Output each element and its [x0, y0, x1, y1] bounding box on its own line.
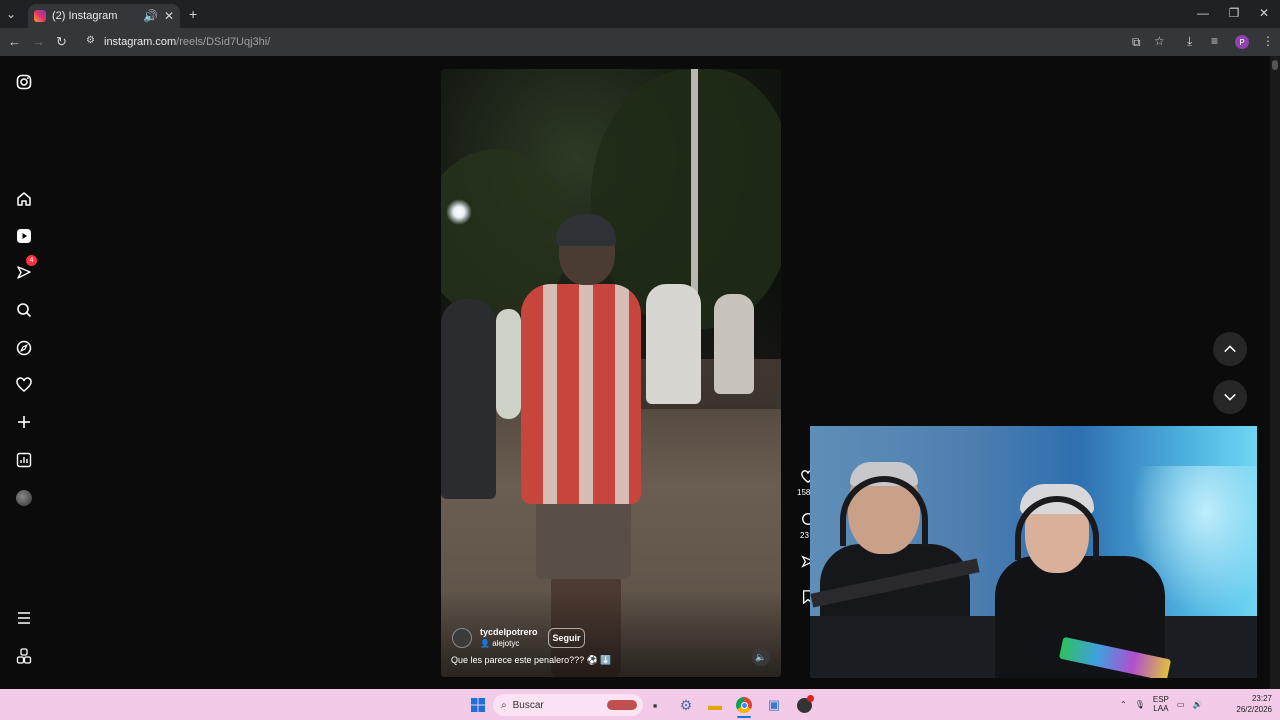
close-window-icon[interactable]: ✕: [1249, 6, 1279, 20]
search-highlight-image: [607, 700, 637, 710]
forward-arrow-icon[interactable]: →: [32, 34, 45, 49]
url-host: instagram.com: [104, 36, 177, 48]
taskbar-search-placeholder: Buscar: [512, 699, 544, 711]
chevron-down-icon: [1224, 393, 1236, 401]
streamer-webcam-overlay: [810, 426, 1257, 678]
video-player-shorts: [536, 494, 631, 579]
taskbar-search-icon: ⌕: [501, 699, 507, 711]
comments-count: 23: [800, 531, 809, 540]
microphone-icon[interactable]: 🎙: [1135, 700, 1145, 709]
create-plus-icon[interactable]: [12, 410, 36, 434]
new-tab-icon[interactable]: +: [189, 6, 197, 22]
notifications-heart-icon[interactable]: [12, 373, 36, 397]
chevron-up-icon: [1224, 345, 1236, 353]
restore-window-icon[interactable]: ❐: [1219, 6, 1249, 20]
video-person-white-shirt: [646, 284, 701, 404]
clock-time: 23:27: [1251, 694, 1272, 703]
system-tray: ⌃ 🎙 ESP LAA ▭ 🔊: [1120, 692, 1202, 716]
language-indicator[interactable]: ESP LAA: [1153, 695, 1169, 713]
reel-author-username[interactable]: tycdelpotrero: [480, 627, 538, 637]
language-layout: LAA: [1153, 704, 1169, 713]
tab-close-icon[interactable]: ✕: [164, 9, 174, 23]
settings-gear-icon[interactable]: ⚙: [676, 695, 696, 715]
tab-search-chevron-icon[interactable]: ⌄: [6, 7, 16, 21]
more-menu-icon[interactable]: [12, 606, 36, 630]
explore-compass-icon[interactable]: [12, 336, 36, 360]
reel-author-avatar[interactable]: [452, 628, 472, 648]
reel-video[interactable]: [441, 69, 781, 677]
taskbar-search-box[interactable]: ⌕ Buscar: [493, 694, 643, 716]
next-reel-button[interactable]: [1213, 380, 1247, 414]
profile-avatar[interactable]: P: [1235, 35, 1249, 49]
scrollbar-thumb[interactable]: [1272, 60, 1278, 70]
tab-audio-icon[interactable]: 🔊: [143, 9, 158, 23]
file-explorer-icon[interactable]: ▬: [705, 695, 725, 715]
profile-avatar-icon[interactable]: [12, 486, 36, 510]
minimize-window-icon[interactable]: —: [1188, 6, 1218, 20]
browser-tab-instagram[interactable]: (2) Instagram 🔊 ✕: [28, 4, 180, 28]
likes-count: 158: [797, 488, 811, 497]
instagram-favicon-icon: [34, 10, 46, 22]
video-person-tank-top: [714, 294, 754, 394]
video-person-background: [496, 309, 521, 419]
dashboard-chart-icon[interactable]: [12, 448, 36, 472]
clock-date: 26/2/2026: [1236, 705, 1272, 714]
also-from-meta-icon[interactable]: [12, 644, 36, 668]
language-code: ESP: [1152, 695, 1169, 704]
page-scrollbar[interactable]: [1270, 56, 1280, 689]
follow-button[interactable]: Seguir: [548, 628, 585, 648]
cast-icon[interactable]: ⧉: [1132, 35, 1141, 50]
messages-icon[interactable]: 4: [12, 255, 37, 285]
site-info-icon[interactable]: ⚙: [86, 35, 95, 46]
video-person-left: [441, 299, 496, 499]
previous-reel-button[interactable]: [1213, 332, 1247, 366]
volume-icon[interactable]: 🔊: [1192, 700, 1202, 709]
video-player-striped-jersey: [521, 284, 641, 504]
taskbar-clock[interactable]: 23:27 26/2/2026: [1224, 693, 1272, 715]
reading-list-icon[interactable]: ≡: [1211, 34, 1218, 48]
back-arrow-icon[interactable]: ←: [8, 34, 21, 49]
messages-badge: 4: [26, 255, 37, 266]
reels-icon[interactable]: [12, 224, 36, 248]
mute-toggle-icon[interactable]: 🔈: [752, 648, 770, 666]
address-bar[interactable]: instagram.com/reels/DSid7Uqj3hi/: [104, 33, 1144, 51]
collaborator-person-icon: 👤: [480, 639, 493, 648]
instagram-logo-icon[interactable]: [12, 70, 36, 94]
chrome-icon[interactable]: [734, 695, 754, 715]
video-street-light: [446, 199, 472, 225]
windows-start-icon[interactable]: [468, 695, 488, 715]
obs-app-icon[interactable]: [794, 694, 814, 715]
reel-caption: Que les parece este penalero??? ⚽ ⬇️: [451, 655, 612, 665]
app-window-icon[interactable]: ▣: [764, 695, 784, 715]
bookmark-star-icon[interactable]: ☆: [1154, 34, 1165, 48]
reload-icon[interactable]: ↻: [56, 34, 67, 50]
download-icon[interactable]: ⤓: [1187, 34, 1192, 49]
collaborator-name: alejotyc: [492, 639, 520, 648]
url-path: /reels/DSid7Uqj3hi/: [176, 36, 271, 48]
tab-title: (2) Instagram: [52, 10, 118, 22]
display-icon[interactable]: ▭: [1177, 700, 1185, 709]
task-view-icon[interactable]: ▪: [645, 695, 665, 715]
browser-menu-icon[interactable]: ⋮: [1262, 34, 1274, 48]
reel-collaborator[interactable]: 👤 alejotyc: [480, 639, 519, 648]
tray-overflow-chevron-icon[interactable]: ⌃: [1120, 700, 1127, 709]
chrome-active-indicator: [737, 716, 751, 718]
home-icon[interactable]: [12, 187, 36, 211]
search-icon[interactable]: [12, 298, 36, 322]
